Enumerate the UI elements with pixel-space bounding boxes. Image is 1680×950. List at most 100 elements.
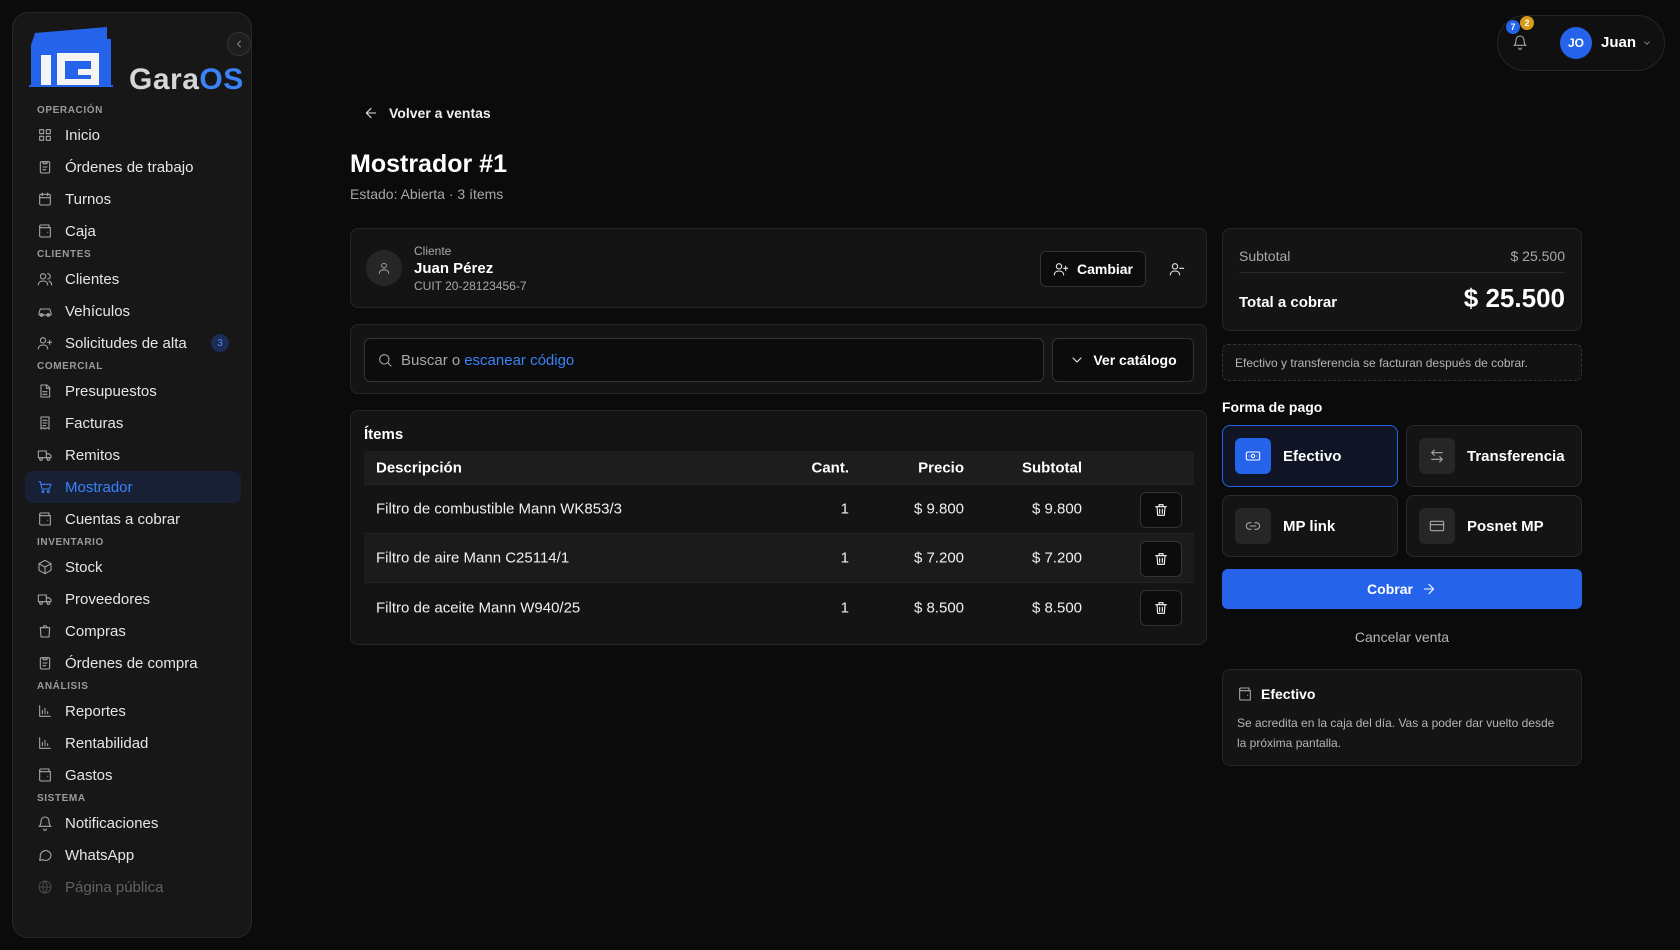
view-catalog-button[interactable]: Ver catálogo (1052, 338, 1194, 382)
payment-label: MP link (1283, 517, 1336, 535)
sidebar-item-turnos[interactable]: Turnos (25, 183, 241, 215)
notification-count-badge: 7 (1506, 20, 1520, 34)
cancel-sale-button[interactable]: Cancelar venta (1222, 629, 1582, 645)
clipboard-icon (39, 657, 51, 670)
sidebar-item-reportes[interactable]: Reportes (25, 695, 241, 727)
truck-icon (37, 450, 52, 461)
delete-item-button[interactable] (1140, 590, 1182, 626)
trash-icon (1155, 553, 1167, 565)
sidebar-collapse-button[interactable] (227, 32, 251, 56)
page-title: Mostrador #1 (350, 150, 507, 178)
sidebar-item-label: Proveedores (65, 590, 151, 608)
user-topbar: 7 2 JO Juan (1497, 15, 1665, 71)
user-name[interactable]: Juan (1601, 34, 1636, 51)
file-text-icon (40, 384, 51, 398)
info-heading: Efectivo (1237, 686, 1315, 702)
bar-chart-icon (39, 705, 51, 717)
sidebar-item-label: Inicio (65, 126, 101, 144)
charge-button[interactable]: Cobrar (1222, 569, 1582, 609)
sidebar-item-presupuestos[interactable]: Presupuestos (25, 375, 241, 407)
sidebar-item-rentabilidad[interactable]: Rentabilidad (25, 727, 241, 759)
sidebar-item-label: Mostrador (65, 478, 133, 496)
item-subtotal: $ 8.500 (1031, 599, 1082, 616)
sidebar-item-label: Compras (65, 622, 126, 640)
sidebar-item-label: Presupuestos (65, 382, 157, 400)
payment-icon-box (1419, 438, 1455, 474)
sidebar-item-label: Página pública (65, 878, 164, 896)
sidebar-item-vehiculos[interactable]: Vehículos (25, 295, 241, 327)
brand-name: GaraOS (129, 63, 244, 96)
sidebar-item-ordenes-de-trabajo[interactable]: Órdenes de trabajo (25, 151, 241, 183)
sidebar-item-label: Turnos (65, 190, 112, 208)
users-icon (37, 273, 53, 286)
payment-transfer-option[interactable]: Transferencia (1406, 425, 1582, 487)
remove-client-button[interactable] (1159, 251, 1195, 287)
page-subtitle: Estado: Abierta · 3 ítems (350, 186, 504, 202)
divider (1239, 272, 1565, 273)
payment-icon-box (1235, 508, 1271, 544)
change-client-label: Cambiar (1076, 261, 1134, 277)
sidebar-item-label: Clientes (65, 270, 120, 288)
items-card: Ítems Descripción Cant. Precio Subtotal … (350, 410, 1207, 645)
payment-icon-box (1419, 508, 1455, 544)
sidebar-item-label: Vehículos (65, 302, 131, 320)
sidebar-item-gastos[interactable]: Gastos (25, 759, 241, 791)
sidebar-item-caja[interactable]: Caja (25, 215, 241, 247)
sidebar-item-cuentas-a-cobrar[interactable]: Cuentas a cobrar (25, 503, 241, 535)
product-search-input[interactable]: Buscar o escanear código (364, 338, 1044, 382)
wallet-icon (39, 768, 51, 782)
chevron-left-icon (237, 40, 241, 48)
sidebar-item-label: Caja (65, 222, 96, 240)
sidebar-item-whatsapp[interactable]: WhatsApp (25, 839, 241, 871)
delete-item-button[interactable] (1140, 492, 1182, 528)
col-description: Descripción (376, 459, 462, 476)
cash-icon (1245, 451, 1261, 461)
sidebar-item-remitos[interactable]: Remitos (25, 439, 241, 471)
sidebar-nav: OPERACIÓN Inicio Órdenes de trabajo Turnos C… (13, 103, 251, 903)
client-cuit: CUIT 20-28123456-7 (414, 279, 527, 293)
sidebar-item-label: WhatsApp (65, 846, 135, 864)
sidebar-item-solicitudes-de-alta[interactable]: Solicitudes de alta 3 (25, 327, 241, 359)
back-to-sales-link[interactable]: Volver a ventas (363, 105, 491, 121)
wallet-icon (39, 224, 51, 238)
sidebar-item-label: Facturas (65, 414, 124, 432)
item-description: Filtro de combustible Mann WK853/3 (376, 500, 622, 518)
avatar[interactable]: JO (1560, 27, 1592, 59)
sidebar-item-facturas[interactable]: Facturas (25, 407, 241, 439)
subtotal-label: Subtotal (1239, 248, 1291, 264)
charge-label: Cobrar (1367, 581, 1413, 597)
sidebar-item-proveedores[interactable]: Proveedores (25, 583, 241, 615)
scan-code-link[interactable]: escanear código (464, 352, 574, 369)
trash-icon (1155, 504, 1167, 516)
shopping-bag-icon (39, 625, 51, 638)
sidebar: GaraOS OPERACIÓN Inicio Órdenes de trabajo… (12, 12, 252, 938)
info-title: Efectivo (1261, 686, 1316, 702)
sidebar-item-compras[interactable]: Compras (25, 615, 241, 647)
payment-label: Transferencia (1467, 447, 1565, 465)
sidebar-item-mostrador[interactable]: Mostrador (25, 471, 241, 503)
view-catalog-label: Ver catálogo (1093, 352, 1177, 368)
delete-item-button[interactable] (1140, 541, 1182, 577)
garaos-logo[interactable]: GaraOS (27, 25, 251, 97)
payment-cash-option[interactable]: Efectivo (1222, 425, 1398, 487)
pending-count-badge: 3 (211, 334, 229, 352)
sidebar-item-ordenes-de-compra[interactable]: Órdenes de compra (25, 647, 241, 679)
info-text: Se acredita en la caja del día. Vas a po… (1237, 716, 1555, 750)
payment-method-title: Forma de pago (1222, 399, 1323, 415)
change-client-button[interactable]: Cambiar (1040, 251, 1146, 287)
sidebar-item-stock[interactable]: Stock (25, 551, 241, 583)
product-search-card: Buscar o escanear código Ver catálogo (350, 324, 1207, 394)
notifications-button[interactable] (1512, 34, 1528, 50)
item-description: Filtro de aire Mann C25114/1 (376, 549, 570, 567)
sidebar-section-clientes: CLIENTES (37, 249, 92, 260)
sidebar-item-clientes[interactable]: Clientes (25, 263, 241, 295)
sidebar-item-inicio[interactable]: Inicio (25, 119, 241, 151)
chevron-down-icon (1072, 357, 1082, 363)
chevron-down-icon[interactable] (1642, 38, 1652, 48)
payment-mp-link-option[interactable]: MP link (1222, 495, 1398, 557)
sidebar-item-notificaciones[interactable]: Notificaciones (25, 807, 241, 839)
link-icon (1245, 522, 1261, 530)
payment-posnet-option[interactable]: Posnet MP (1406, 495, 1582, 557)
sidebar-item-pagina-publica[interactable]: Página pública (25, 871, 241, 903)
sidebar-item-label: Cuentas a cobrar (65, 510, 181, 528)
